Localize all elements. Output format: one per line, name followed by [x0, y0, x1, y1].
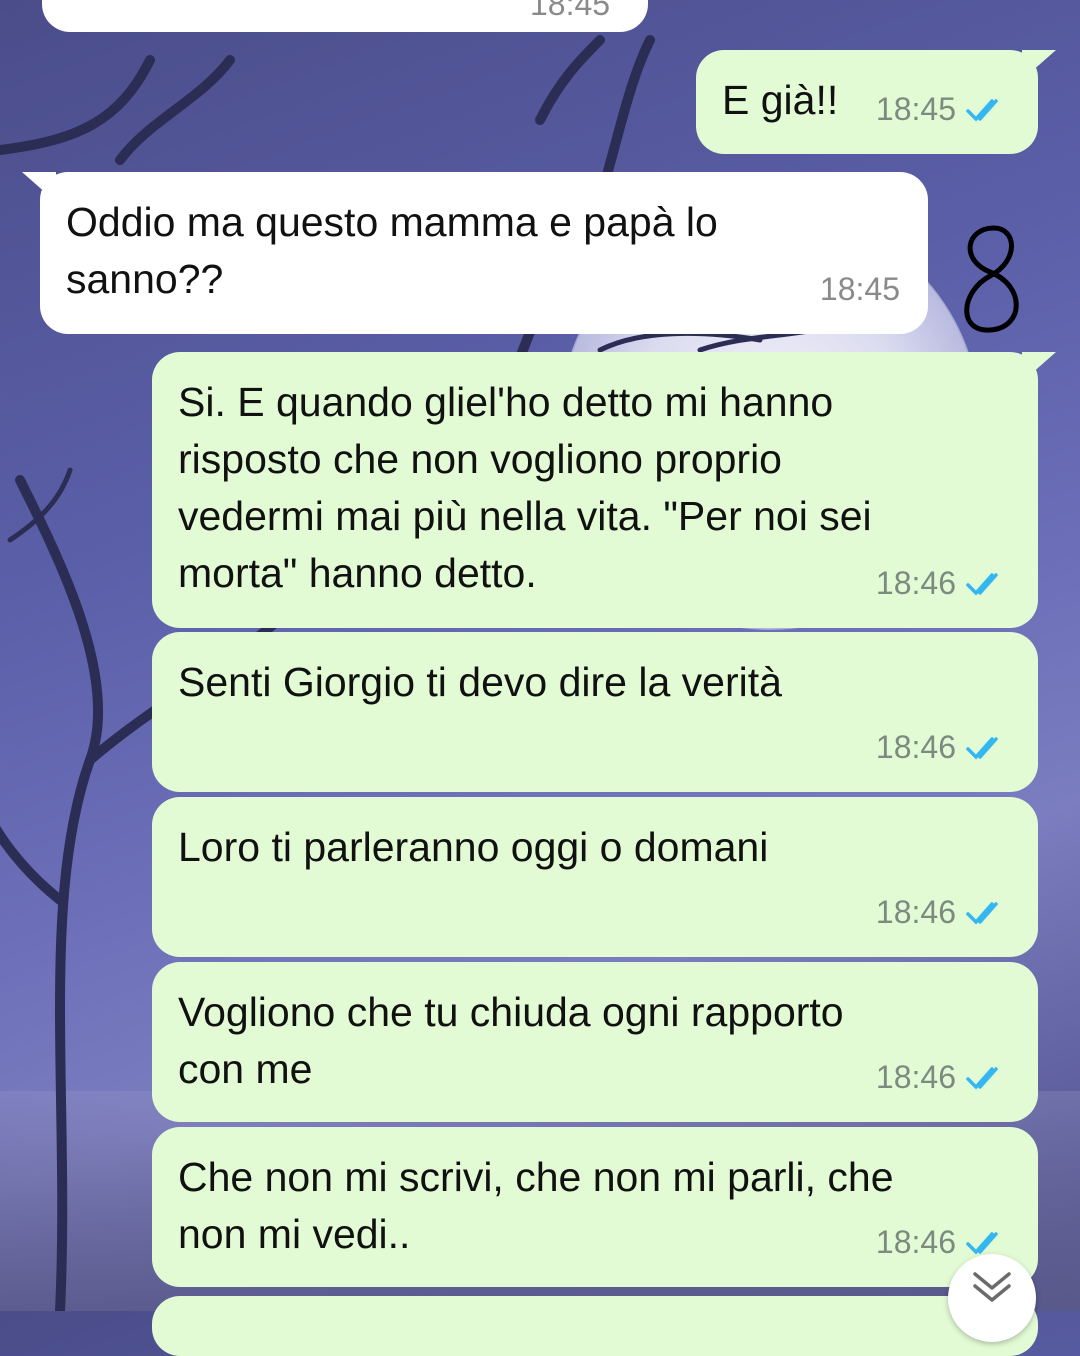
- message-bubble-outgoing[interactable]: E già!! 18:45: [696, 50, 1056, 154]
- message-time: 18:46: [875, 729, 956, 765]
- message-text: Senti Giorgio ti devo dire la verità: [178, 659, 782, 705]
- message-time: 18:45: [875, 91, 956, 127]
- message-bubble-outgoing[interactable]: Senti Giorgio ti devo dire la verità 18:…: [152, 632, 1038, 792]
- double-check-icon: [966, 1066, 998, 1090]
- message-bubble-outgoing[interactable]: Loro ti parleranno oggi o domani 18:46: [152, 797, 1038, 957]
- message-meta: 18:46: [876, 884, 1010, 941]
- message-meta: 18:45: [820, 261, 900, 318]
- message-time: 18:46: [875, 1224, 956, 1260]
- double-check-icon: [966, 572, 998, 596]
- message-text: Loro ti parleranno oggi o domani: [178, 824, 769, 870]
- double-check-icon: [966, 736, 998, 760]
- message-meta: 18:45: [876, 81, 1010, 138]
- message-time: 18:46: [875, 565, 956, 601]
- message-time: 18:45: [819, 271, 900, 307]
- next-message-bubble: [152, 1296, 1038, 1356]
- chevron-down-double-icon: [973, 1272, 1011, 1302]
- double-check-icon: [966, 98, 998, 122]
- message-bubble-outgoing[interactable]: Che non mi scrivi, che non mi parli, che…: [152, 1127, 1038, 1287]
- message-text: Oddio ma questo mamma e papà lo sanno??: [66, 199, 730, 302]
- message-text: Che non mi scrivi, che non mi parli, che…: [178, 1154, 905, 1257]
- bubble-tail: [1022, 50, 1056, 80]
- scroll-to-bottom-button[interactable]: [948, 1254, 1036, 1342]
- double-check-icon: [966, 1231, 998, 1255]
- message-text: Si. E quando gliel'ho detto mi hanno ris…: [178, 379, 884, 596]
- message-bubble-outgoing[interactable]: Vogliono che tu chiuda ogni rapporto con…: [152, 962, 1038, 1122]
- message-time: 18:46: [875, 894, 956, 930]
- message-text: Vogliono che tu chiuda ogni rapporto con…: [178, 989, 856, 1092]
- message-meta: 18:46: [876, 1049, 1010, 1106]
- previous-message-time: 18:45: [530, 0, 611, 22]
- message-meta: 18:46: [876, 555, 1010, 612]
- handwritten-annotation: [964, 225, 1019, 333]
- message-bubble-outgoing[interactable]: Si. E quando gliel'ho detto mi hanno ris…: [152, 352, 1056, 628]
- bubble-tail: [22, 172, 56, 202]
- double-check-icon: [966, 901, 998, 925]
- message-time: 18:46: [875, 1059, 956, 1095]
- bubble-tail: [1022, 352, 1056, 382]
- message-bubble-incoming[interactable]: Oddio ma questo mamma e papà lo sanno?? …: [22, 172, 928, 334]
- message-meta: 18:46: [876, 719, 1010, 776]
